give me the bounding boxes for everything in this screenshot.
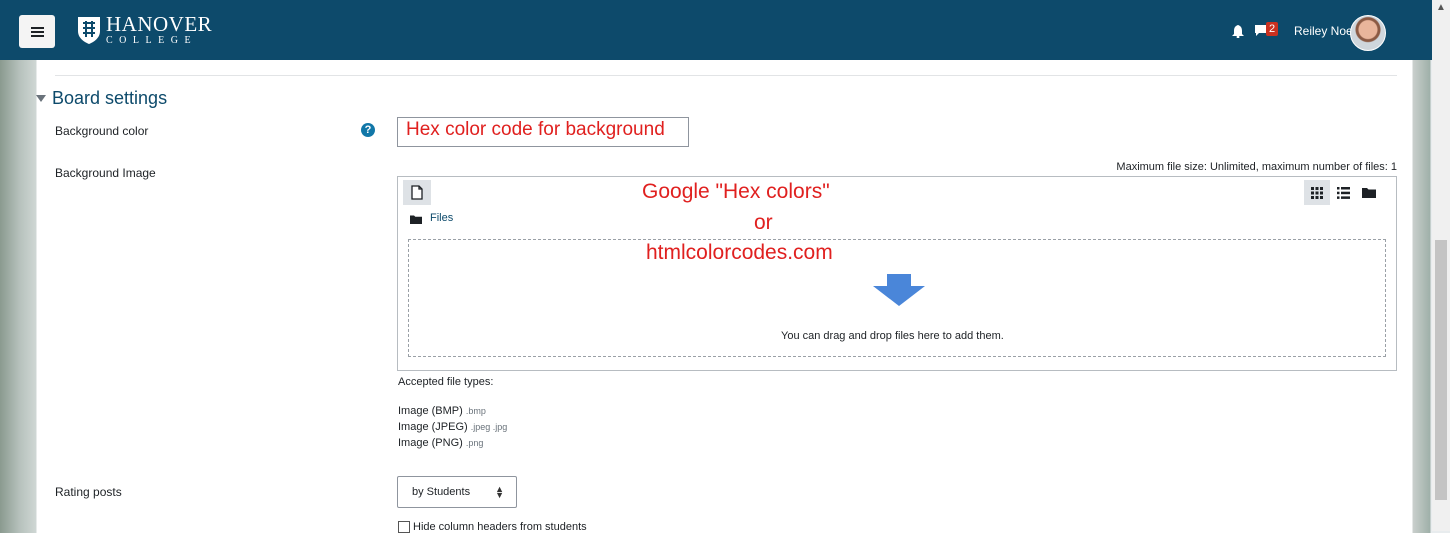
- collapse-icon: [36, 95, 46, 102]
- file-type-ext: .bmp: [465, 406, 486, 416]
- file-type-ext: .png: [465, 438, 484, 448]
- file-type-name: Image (JPEG): [398, 421, 468, 433]
- notification-badge: 2: [1266, 22, 1279, 36]
- file-type-item: Image (BMP) .bmp: [398, 405, 486, 417]
- hide-headers-label: Hide column headers from students: [413, 521, 587, 533]
- site-logo[interactable]: HANOVER COLLEGE: [76, 11, 212, 49]
- folder-view-button[interactable]: [1356, 180, 1382, 205]
- annotation-line-3: htmlcolorcodes.com: [646, 241, 833, 264]
- add-file-button[interactable]: [403, 180, 431, 205]
- grid-view-button[interactable]: [1304, 180, 1330, 205]
- folder-view-icon: [1362, 188, 1376, 198]
- logo-shield-icon: [78, 17, 100, 44]
- section-header[interactable]: Board settings: [36, 88, 167, 109]
- logo-line-2: COLLEGE: [106, 35, 198, 46]
- hide-headers-option[interactable]: Hide column headers from students: [398, 521, 587, 533]
- rating-posts-select[interactable]: by Students ▲ ▼: [397, 476, 517, 508]
- folder-icon: [410, 215, 422, 224]
- background-color-label: Background color: [55, 124, 149, 138]
- hex-annotation: Hex color code for background: [406, 119, 665, 140]
- files-breadcrumb[interactable]: Files: [410, 212, 453, 224]
- section-title: Board settings: [52, 88, 168, 108]
- accepted-types-label: Accepted file types:: [398, 376, 494, 388]
- avatar[interactable]: [1350, 15, 1386, 51]
- grid-view-icon: [1311, 186, 1323, 199]
- background-image-label: Background Image: [55, 166, 156, 180]
- list-view-icon: [1336, 186, 1350, 199]
- bell-icon[interactable]: [1232, 25, 1244, 38]
- list-view-button[interactable]: [1330, 180, 1356, 205]
- file-type-ext: .jpeg .jpg: [470, 422, 508, 432]
- menu-toggle-button[interactable]: [19, 15, 55, 48]
- annotation-line-1: Google "Hex colors": [642, 180, 830, 203]
- file-type-item: Image (JPEG) .jpeg .jpg: [398, 421, 507, 433]
- user-name[interactable]: Reiley Noe: [1294, 24, 1353, 38]
- scroll-up-icon[interactable]: ▲: [1436, 2, 1446, 13]
- new-file-icon: [411, 185, 423, 200]
- hamburger-icon: [30, 26, 44, 37]
- rating-posts-label: Rating posts: [55, 485, 122, 499]
- logo-line-1: HANOVER: [106, 12, 213, 36]
- file-type-item: Image (PNG) .png: [398, 437, 483, 449]
- file-type-name: Image (BMP): [398, 405, 463, 417]
- help-icon[interactable]: ?: [361, 123, 375, 137]
- divider: [55, 75, 1397, 76]
- scrollbar-thumb[interactable]: [1435, 240, 1447, 500]
- drop-instructions: You can drag and drop files here to add …: [781, 330, 1004, 342]
- file-type-name: Image (PNG): [398, 437, 463, 449]
- rating-posts-value: by Students: [412, 486, 471, 498]
- sort-caret-icon: ▲ ▼: [495, 484, 504, 500]
- files-label: Files: [430, 212, 454, 224]
- annotation-line-2: or: [754, 211, 773, 234]
- hide-headers-checkbox[interactable]: [398, 521, 410, 533]
- drop-arrow-icon: [873, 274, 925, 306]
- max-file-info: Maximum file size: Unlimited, maximum nu…: [1116, 161, 1397, 173]
- top-navbar: [0, 0, 1432, 60]
- view-toggle: [1304, 180, 1382, 205]
